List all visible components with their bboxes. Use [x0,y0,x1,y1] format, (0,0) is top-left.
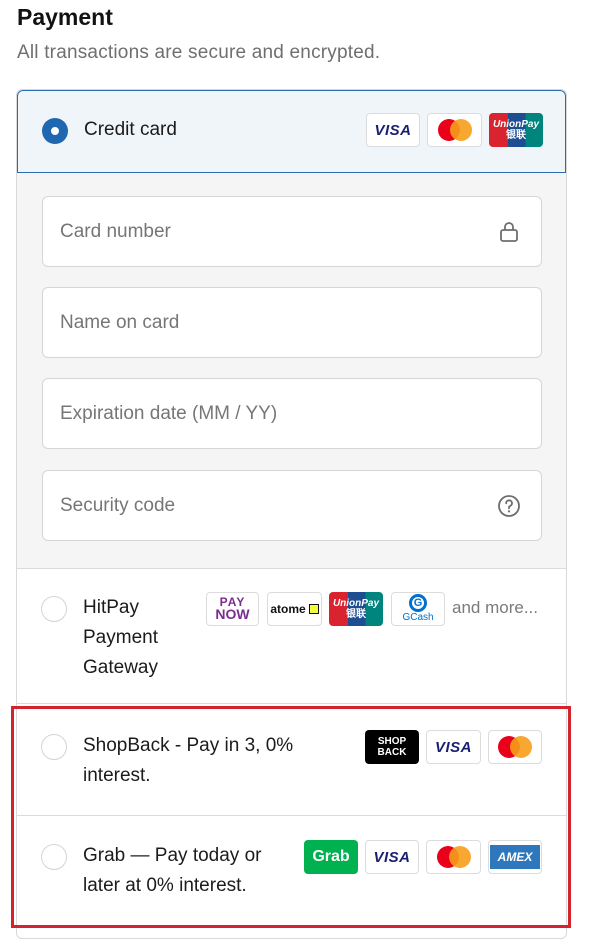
credit-card-label: Credit card [84,119,177,140]
security-code-field[interactable] [42,470,542,541]
hitpay-label-line3: Gateway [83,657,158,678]
card-number-input[interactable] [43,197,541,266]
page-title: Payment [17,4,113,30]
mastercard-icon [437,119,472,141]
credit-card-radio[interactable] [42,118,68,144]
page-subtitle: All transactions are secure and encrypte… [17,42,381,63]
atome-logo: atome [270,602,306,616]
hitpay-label-line2: Payment [83,627,158,648]
gcash-icon: G [409,594,427,612]
expiration-date-field[interactable] [42,378,542,449]
atome-mark-icon [308,604,319,614]
highlight-box [11,706,571,928]
more-methods-text: and more... [452,598,538,617]
option-hitpay[interactable]: HitPay Payment Gateway PAY NOW atome Uni… [17,569,566,703]
expiration-date-input[interactable] [43,379,541,448]
credit-card-form [17,173,566,568]
lock-icon [500,222,518,242]
paynow-badge: PAY NOW [206,592,259,626]
visa-logo: VISA [374,121,412,139]
hitpay-label-line1: HitPay [83,597,139,618]
unionpay-logo: UnionPay [492,119,540,130]
visa-badge: VISA [366,113,420,147]
mastercard-badge [427,113,482,147]
card-number-field[interactable] [42,196,542,267]
option-credit-card[interactable]: Credit card VISA UnionPay 银联 [17,90,566,173]
gcash-logo: GCash [402,612,434,623]
name-on-card-input[interactable] [43,288,541,357]
unionpay-badge: UnionPay 银联 [329,592,383,626]
security-code-input[interactable] [43,471,541,540]
paynow-logo-now: NOW [215,606,250,622]
unionpay-logo-cn: 银联 [506,130,526,141]
name-on-card-field[interactable] [42,287,542,358]
question-circle-icon[interactable] [497,494,521,518]
atome-badge: atome [267,592,322,626]
hitpay-radio[interactable] [41,596,67,622]
unionpay-badge: UnionPay 银联 [489,113,543,147]
unionpay-logo-cn: 银联 [346,609,366,620]
unionpay-logo: UnionPay [332,598,380,609]
gcash-badge: G GCash [391,592,445,626]
